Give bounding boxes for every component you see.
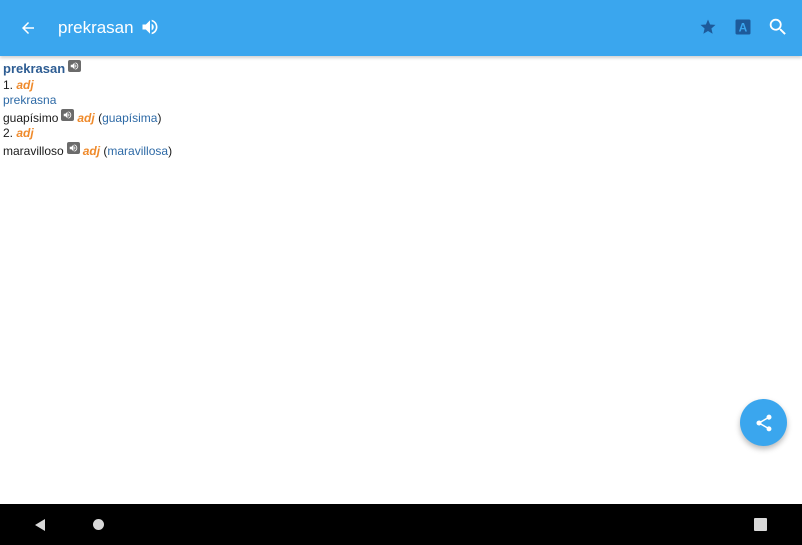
headword-line: prekrasan xyxy=(3,60,793,78)
speaker-icon xyxy=(142,19,158,35)
part-of-speech: adj xyxy=(16,126,34,140)
top-app-bar: prekrasan A xyxy=(0,0,802,56)
nav-home-icon[interactable] xyxy=(93,519,104,530)
translation-word: maravilloso xyxy=(3,143,64,158)
sense-1-translation: guapísimo adj (guapísima) xyxy=(3,108,793,127)
back-button[interactable] xyxy=(12,12,44,44)
translation-word: guapísimo xyxy=(3,110,59,125)
feminine-form-link[interactable]: guapísima xyxy=(102,111,157,125)
translation-speaker-icon[interactable] xyxy=(61,108,75,121)
sense-2-translation: maravilloso adj (maravillosa) xyxy=(3,141,793,160)
share-button[interactable] xyxy=(740,399,787,446)
paren-close: ) xyxy=(157,110,162,125)
feminine-form-link[interactable]: maravillosa xyxy=(107,144,168,158)
share-icon xyxy=(756,414,772,431)
svg-text:A: A xyxy=(739,21,748,35)
sense-number: 1. xyxy=(3,77,14,92)
dictionary-app: prekrasan A prekrasan 1. adj prekrasna g… xyxy=(0,0,802,545)
headword-speaker-icon[interactable] xyxy=(68,60,82,72)
nav-recent-icon[interactable] xyxy=(754,518,767,531)
sense-number: 2. xyxy=(3,126,14,140)
search-button[interactable] xyxy=(766,15,790,39)
pronounce-button[interactable] xyxy=(138,15,162,39)
search-icon xyxy=(769,18,786,35)
translation-pos: adj xyxy=(77,110,95,125)
favorite-button[interactable] xyxy=(696,15,720,39)
headword: prekrasan xyxy=(3,61,66,76)
part-of-speech: adj xyxy=(16,77,34,92)
font-size-icon: A xyxy=(735,19,751,35)
nav-back-button[interactable] xyxy=(32,517,48,533)
back-arrow-icon xyxy=(22,22,34,34)
sense-1-variant[interactable]: prekrasna xyxy=(3,93,793,109)
translation-speaker-icon[interactable] xyxy=(66,141,80,154)
star-icon xyxy=(700,19,716,34)
page-title: prekrasan xyxy=(58,18,134,37)
paren-close: ) xyxy=(168,143,173,158)
translation-pos: adj xyxy=(82,143,101,158)
sense-1-header: 1. adj xyxy=(3,78,793,94)
system-navigation-bar xyxy=(0,504,802,545)
sense-2-header: 2. adj xyxy=(3,126,793,142)
nav-back-icon xyxy=(35,519,45,531)
font-size-button[interactable]: A xyxy=(731,15,755,39)
dictionary-entry: prekrasan 1. adj prekrasna guapísimo adj … xyxy=(3,60,793,159)
